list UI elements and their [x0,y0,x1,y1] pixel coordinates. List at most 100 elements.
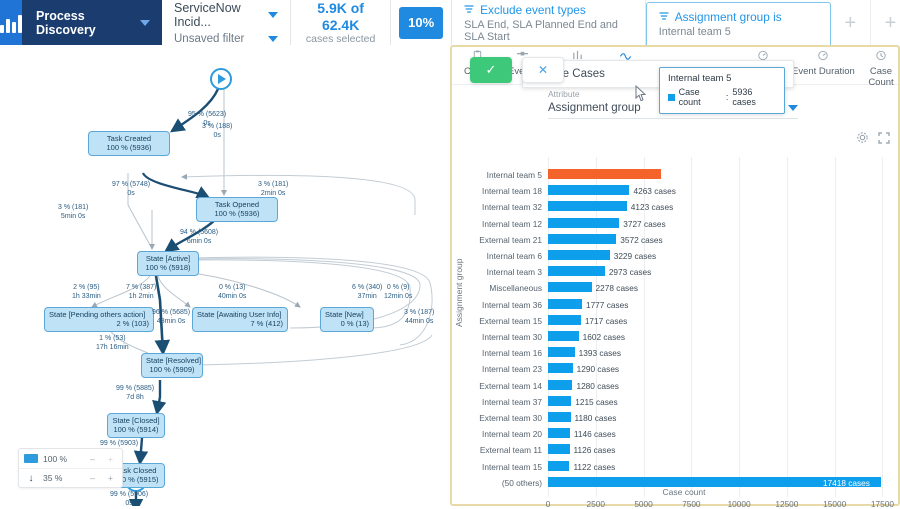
chart-bar-value: 1602 cases [582,332,626,342]
node-stat: 100 % (5914) [113,425,159,435]
gear-icon[interactable] [856,131,869,146]
chart-category-label[interactable]: External team 15 [456,316,542,326]
clock-icon [875,50,887,64]
chart-bar-value: 1126 cases [573,445,616,456]
tab-case-count[interactable]: Case Count [864,50,898,88]
process-start-node[interactable] [210,68,232,90]
legend-row-activities[interactable]: 100 % – + [19,449,122,468]
filter-chip-assignment-group[interactable]: Assignment group is Internal team 5 [645,2,831,45]
chart-bar[interactable] [548,266,605,277]
tooltip-metric-value: 5936 cases [732,87,756,107]
chart-bar[interactable] [548,331,579,341]
chart-gridline [786,157,788,497]
process-node-task-opened[interactable]: Task Opened 100 % (5936) [196,197,278,222]
chart-bar[interactable] [548,412,571,422]
chart-category-label[interactable]: External team 14 [456,381,542,391]
gauge-icon [817,50,829,64]
app-name-menu[interactable]: Process Discovery [22,0,162,45]
chevron-down-icon[interactable] [268,11,279,18]
chart-category-label[interactable]: External team 21 [456,235,542,245]
edge-label: 3 % (187) 44min 0s [404,309,434,327]
chart-category-label[interactable]: Internal team 15 [456,462,542,472]
chart-category-label[interactable]: Internal team 6 [456,251,542,261]
node-label: State [Pending others action] [49,310,146,319]
process-node-state-closed[interactable]: State [Closed] 100 % (5914) [107,413,165,438]
chart-category-label[interactable]: Internal team 32 [456,202,542,212]
process-node-state-active[interactable]: State [Active] 100 % (5918) [137,251,199,276]
node-stat: 2 % (103) [116,319,149,329]
chart-bar[interactable] [548,169,662,179]
process-node-state-new[interactable]: State [New] 0 % (13) [320,307,374,332]
chart-category-label[interactable]: External team 30 [456,413,542,423]
edge-dur: 0s [213,131,221,139]
dataset-selector[interactable]: ServiceNow Incid... Unsaved filter [162,0,292,45]
chart-bar-value: 4263 cases [633,186,676,197]
chart-category-label[interactable]: Internal team 12 [456,219,542,229]
edge-dur: 44min 0s [404,317,434,325]
tab-event-duration[interactable]: Event Duration [792,50,855,77]
chart-bar[interactable] [548,347,575,358]
chart-bar[interactable] [548,233,617,244]
chart-category-label[interactable]: Internal team 37 [456,397,542,407]
chart-category-label[interactable]: Internal team 30 [456,332,542,342]
edge-pct: 96 % (5685) [152,309,191,316]
chart-bar[interactable] [548,428,570,439]
edge-pct: 3 % (181) [258,181,289,188]
cancel-button[interactable]: ✕ [522,57,564,83]
chart-category-label[interactable]: External team 11 [456,445,542,455]
chart-bar[interactable] [548,395,572,406]
chart-category-label[interactable]: Internal team 20 [456,429,542,439]
chart-bar-value: 1280 cases [576,380,619,391]
edge-label: 1 % (53) 17h 16min [96,335,129,353]
chart-category-label[interactable]: Miscellaneous [456,283,542,293]
chevron-down-icon[interactable] [788,105,798,111]
confirm-button[interactable]: ✓ [470,57,512,83]
chart-category-label[interactable]: Internal team 5 [456,170,542,180]
legend-activity-increase-button[interactable]: + [104,454,117,464]
process-node-state-resolved[interactable]: State [Resolved] 100 % (5909) [141,353,203,378]
edge-pct: 97 % (5748) [112,181,151,188]
map-detail-legend[interactable]: 100 % – + ↓ 35 % – + [18,448,123,488]
edge-dur: 2min 0s [260,189,286,197]
legend-path-decrease-button[interactable]: – [86,473,99,483]
edge-label: 3 % (188) 0s [202,123,232,141]
chart-bar[interactable] [548,201,627,212]
fullscreen-icon[interactable] [878,131,890,146]
filter-chip-exclude-event-types[interactable]: Exclude event types SLA End, SLA Planned… [452,0,646,45]
chart-bar[interactable] [548,217,620,228]
chart-bar[interactable] [548,298,582,309]
chart-category-label[interactable]: Internal team 23 [456,364,542,374]
chevron-down-icon[interactable] [140,19,150,26]
top-bar: Process Discovery ServiceNow Incid... Un… [0,0,900,45]
chart-bar[interactable] [548,282,592,293]
chart-x-tick: 12500 [775,499,799,509]
chart-category-label[interactable]: Internal team 18 [456,186,542,196]
chart-category-label[interactable]: Internal team 36 [456,300,542,310]
process-map-panel[interactable]: Task Created 100 % (5936) Task Opened 10… [0,45,450,506]
legend-row-paths[interactable]: ↓ 35 % – + [19,468,122,487]
tooltip-metric: Case count: 5936 cases [668,87,776,107]
chart-bar[interactable] [548,363,573,374]
chart-bar[interactable] [548,250,610,260]
chart-bar[interactable] [548,185,630,196]
legend-activity-decrease-button[interactable]: – [86,454,99,464]
process-node-task-created[interactable]: Task Created 100 % (5936) [88,131,170,156]
chart-bar[interactable] [548,379,573,390]
legend-path-increase-button[interactable]: + [104,473,117,483]
process-node-state-awaiting-user-info[interactable]: State [Awaiting User Info] 7 % (412) [192,307,288,332]
app-logo[interactable] [0,0,22,45]
chart-bar-value: 3727 cases [623,218,666,229]
case-count-bar-chart[interactable]: Assignment group Internal team 5 Internal… [452,157,898,509]
chart-plot-area: Internal team 5 Internal team 18 4263 case… [452,157,898,509]
add-filter-button[interactable]: + [831,0,871,45]
chevron-down-icon[interactable] [268,35,279,42]
chart-bar[interactable] [548,460,570,471]
chart-category-label[interactable]: (50 others) [456,478,542,488]
process-node-state-pending-others-action[interactable]: State [Pending others action] 2 % (103) [44,307,154,332]
chart-x-tick: 17500 [870,499,894,509]
chart-category-label[interactable]: Internal team 3 [456,267,542,277]
chart-bar[interactable] [548,444,570,455]
chart-bar[interactable] [548,314,581,325]
chart-category-label[interactable]: Internal team 16 [456,348,542,358]
add-tab-button[interactable]: + [871,0,900,45]
